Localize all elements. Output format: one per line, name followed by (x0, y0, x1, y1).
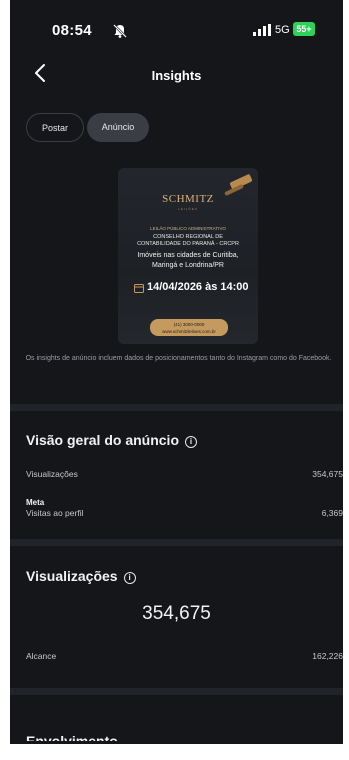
reach-value: 162,226 (312, 651, 343, 661)
ad-contact-site: www.schmitzleiloes.com.br (162, 329, 216, 334)
ad-text-line: Imóveis nas cidades de Curitiba, (137, 252, 239, 259)
ad-brand-subtitle: LEILÕES (178, 207, 198, 211)
section-divider (10, 688, 343, 695)
overview-title: Visão geral do anúncio i (26, 432, 198, 448)
calendar-icon (134, 284, 144, 293)
section-divider (10, 539, 343, 546)
ad-image: SCHMITZ LEILÕES LEILÃO PÚBLICO ADMINISTR… (118, 168, 258, 344)
bell-muted-icon (113, 24, 127, 38)
status-bar: 08:54 5G 55+ (10, 0, 343, 58)
ad-brand: SCHMITZ (162, 193, 214, 205)
ad-text-line: LEILÃO PÚBLICO ADMINISTRATIVO (150, 226, 226, 231)
ad-text-line: CONSELHO REGIONAL DE (153, 234, 223, 240)
ad-text-line: Maringá e Londrina/PR (152, 262, 224, 269)
ad-contact-phone: (41) 3000-0000 (173, 322, 205, 327)
ad-contact-button: (41) 3000-0000 www.schmitzleiloes.com.br (150, 319, 228, 336)
insights-note: Os insights de anúncio incluem dados de … (25, 355, 332, 362)
signal-icon (253, 24, 271, 36)
views-value: 354,675 (312, 469, 343, 479)
views-title: Visualizações i (26, 568, 136, 584)
ad-text-line: CONTABILIDADE DO PARANÁ - CRCPR (137, 241, 239, 247)
ad-preview[interactable]: SCHMITZ LEILÕES LEILÃO PÚBLICO ADMINISTR… (118, 168, 258, 344)
info-icon[interactable]: i (123, 572, 136, 584)
tab-post[interactable]: Postar (26, 113, 84, 142)
page-title: Insights (151, 68, 202, 83)
info-icon[interactable]: i (185, 436, 198, 448)
views-title-text: Visualizações (26, 568, 118, 584)
profile-visits-value: 6,369 (321, 508, 343, 518)
views-label: Visualizações (26, 469, 78, 479)
engagement-title: Envolvimento (26, 733, 118, 741)
network-type: 5G (275, 24, 290, 36)
ad-date-text: 14/04/2026 às 14:00 (147, 281, 249, 293)
profile-visits-label: Visitas ao perfil (26, 508, 84, 518)
battery-indicator: 55+ (293, 22, 315, 36)
phone-screen: 08:54 5G 55+ Insights Postar Anúncio SCH… (10, 0, 343, 744)
status-time: 08:54 (52, 22, 92, 39)
views-total: 354,675 (142, 603, 211, 624)
goal-label: Meta (26, 498, 45, 507)
tab-ad[interactable]: Anúncio (87, 113, 149, 142)
overview-title-text: Visão geral do anúncio (26, 432, 180, 448)
section-divider (10, 404, 343, 411)
ad-date: 14/04/2026 às 14:00 (134, 281, 254, 295)
reach-label: Alcance (26, 651, 57, 661)
